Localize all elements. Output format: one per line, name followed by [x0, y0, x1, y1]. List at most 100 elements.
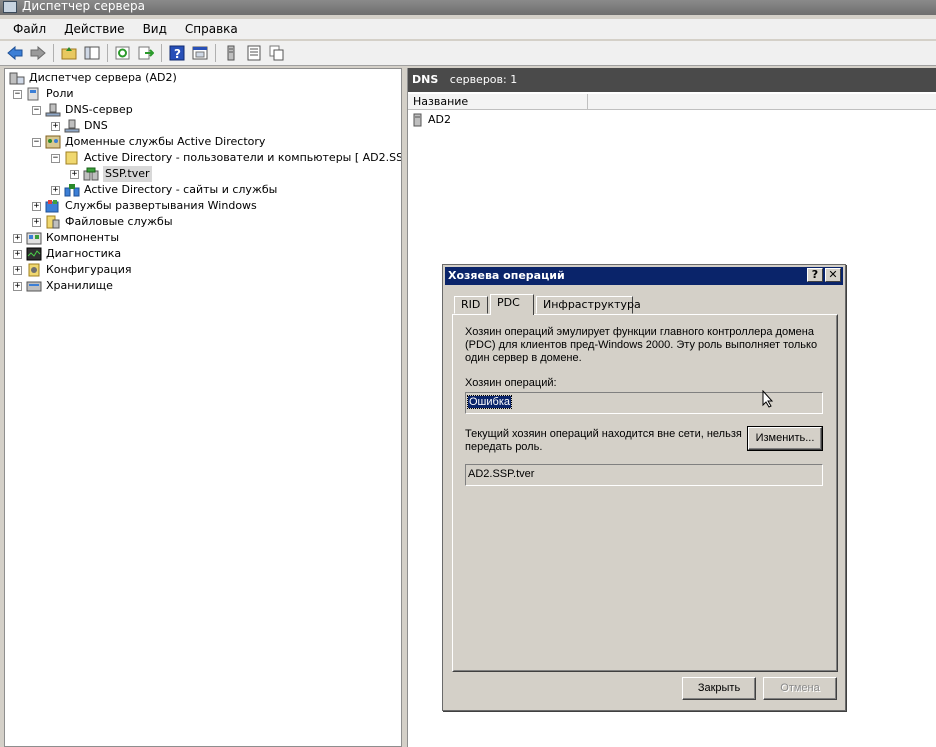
domain-icon: [83, 167, 99, 181]
window-title-bar: Диспетчер сервера: [0, 0, 936, 15]
active-directory-icon: [45, 135, 61, 149]
tree-item-storage[interactable]: + Хранилище: [13, 278, 113, 294]
tree-label: Роли: [46, 87, 74, 100]
tree-item-diagnostics[interactable]: + Диагностика: [13, 246, 121, 262]
toolbar-separator: [161, 44, 162, 62]
console-tree[interactable]: Диспетчер сервера (AD2) − Роли − DNS-сер…: [4, 68, 402, 747]
expand-icon[interactable]: +: [51, 121, 60, 131]
menu-bar: Файл Действие Вид Справка: [0, 19, 936, 39]
results-header-title: DNS: [412, 73, 439, 86]
tree-label: Файловые службы: [65, 215, 173, 228]
refresh-icon[interactable]: [113, 43, 133, 63]
tree-label: Диагностика: [46, 247, 122, 260]
collapse-icon[interactable]: −: [51, 153, 60, 163]
tree-item-configuration[interactable]: + Конфигурация: [13, 262, 132, 278]
expand-icon[interactable]: +: [70, 169, 79, 179]
tab-pdc[interactable]: PDC: [490, 294, 534, 315]
tree-item-components[interactable]: + Компоненты: [13, 230, 119, 246]
up-folder-icon[interactable]: [59, 43, 79, 63]
menu-file[interactable]: Файл: [4, 19, 55, 39]
tree-label: Конфигурация: [46, 263, 132, 276]
tree-item-domain[interactable]: + SSP.tver: [70, 166, 152, 182]
back-arrow-icon[interactable]: [5, 43, 25, 63]
toolbar-separator: [53, 44, 54, 62]
menu-help[interactable]: Справка: [176, 19, 247, 39]
mouse-cursor-icon: [762, 389, 774, 411]
tree-item-ad-sites[interactable]: + Active Directory - сайты и службы: [51, 182, 277, 198]
tree-item-dns-server[interactable]: − DNS-сервер: [32, 102, 133, 118]
owner-value: Ошибка: [467, 395, 512, 409]
expand-icon[interactable]: +: [32, 201, 41, 211]
cancel-button[interactable]: Отмена: [763, 677, 837, 700]
tree-label: Хранилище: [46, 279, 113, 292]
tab-panel-bevel: [453, 315, 837, 671]
tree-item-root[interactable]: Диспетчер сервера (AD2): [9, 70, 177, 86]
configuration-icon: [26, 263, 42, 277]
change-button[interactable]: Изменить...: [747, 426, 823, 451]
components-icon: [26, 231, 42, 245]
pdc-description: Хозяин операций эмулирует функции главно…: [465, 326, 818, 364]
tree-label: SSP.tver: [103, 166, 152, 182]
server-icon[interactable]: [221, 43, 241, 63]
show-hide-tree-icon[interactable]: [82, 43, 102, 63]
target-server-field[interactable]: AD2.SSP.tver: [465, 464, 823, 486]
export-list-icon[interactable]: [136, 43, 156, 63]
tree-item-dns[interactable]: + DNS: [51, 118, 108, 134]
collapse-icon[interactable]: −: [32, 137, 41, 147]
tab-infrastructure[interactable]: Инфраструктура: [536, 296, 641, 314]
forward-arrow-icon[interactable]: [28, 43, 48, 63]
list-column-header: Название: [408, 94, 936, 110]
expand-icon[interactable]: +: [32, 217, 41, 227]
tree-label: Компоненты: [46, 231, 120, 244]
tab-rid[interactable]: RID: [454, 296, 488, 314]
list-item[interactable]: AD2: [412, 112, 451, 128]
toolbar: ?: [0, 41, 936, 66]
tree-label: Active Directory - сайты и службы: [84, 183, 278, 196]
tree-item-file-services[interactable]: + Файловые службы: [32, 214, 173, 230]
expand-icon[interactable]: +: [13, 281, 22, 291]
roles-icon: [26, 87, 42, 101]
close-button[interactable]: Закрыть: [682, 677, 756, 700]
tree-label: Службы развертывания Windows: [65, 199, 257, 212]
tree-item-ad-ds[interactable]: − Доменные службы Active Directory: [32, 134, 265, 150]
tree-label: Диспетчер сервера (AD2): [29, 71, 177, 84]
list-icon[interactable]: [244, 43, 264, 63]
expand-icon[interactable]: +: [13, 249, 22, 259]
dialog-title: Хозяева операций: [448, 269, 565, 282]
operations-masters-dialog: Хозяева операций ? ✕ RID PDC Инфраструкт…: [442, 264, 846, 711]
server-icon: [412, 113, 424, 127]
menu-view[interactable]: Вид: [134, 19, 176, 39]
server-manager-icon: [3, 1, 17, 13]
window-title: Диспетчер сервера: [22, 0, 145, 13]
dialog-title-bar: Хозяева операций: [445, 267, 843, 285]
diagnostics-icon: [26, 247, 42, 261]
properties-icon[interactable]: [190, 43, 210, 63]
offline-text: Текущий хозяин операций находится вне се…: [465, 428, 742, 453]
dns-icon: [64, 119, 80, 133]
tree-label: Active Directory - пользователи и компью…: [84, 151, 402, 164]
tree-item-ad-users-computers[interactable]: − Active Directory - пользователи и комп…: [51, 150, 402, 166]
close-icon[interactable]: ✕: [825, 268, 841, 282]
collapse-icon[interactable]: −: [32, 105, 41, 115]
svg-text:?: ?: [174, 47, 181, 61]
expand-icon[interactable]: +: [13, 233, 22, 243]
help-button[interactable]: ?: [807, 268, 823, 282]
copy-icon[interactable]: [267, 43, 287, 63]
help-icon[interactable]: ?: [167, 43, 187, 63]
tree-item-roles[interactable]: − Роли: [13, 86, 74, 102]
owner-label: Хозяин операций:: [465, 377, 557, 389]
menu-action[interactable]: Действие: [55, 19, 133, 39]
tree-item-wds[interactable]: + Службы развертывания Windows: [32, 198, 257, 214]
windows-deployment-icon: [45, 199, 61, 213]
list-item-label: AD2: [428, 113, 451, 126]
toolbar-separator: [215, 44, 216, 62]
expand-icon[interactable]: +: [51, 185, 60, 195]
toolbar-separator: [107, 44, 108, 62]
file-services-icon: [45, 215, 61, 229]
collapse-icon[interactable]: −: [13, 89, 22, 99]
column-name-header[interactable]: Название: [408, 94, 588, 110]
server-manager-icon: [9, 71, 25, 85]
tree-label: DNS-сервер: [65, 103, 133, 116]
dns-server-icon: [45, 103, 61, 117]
expand-icon[interactable]: +: [13, 265, 22, 275]
